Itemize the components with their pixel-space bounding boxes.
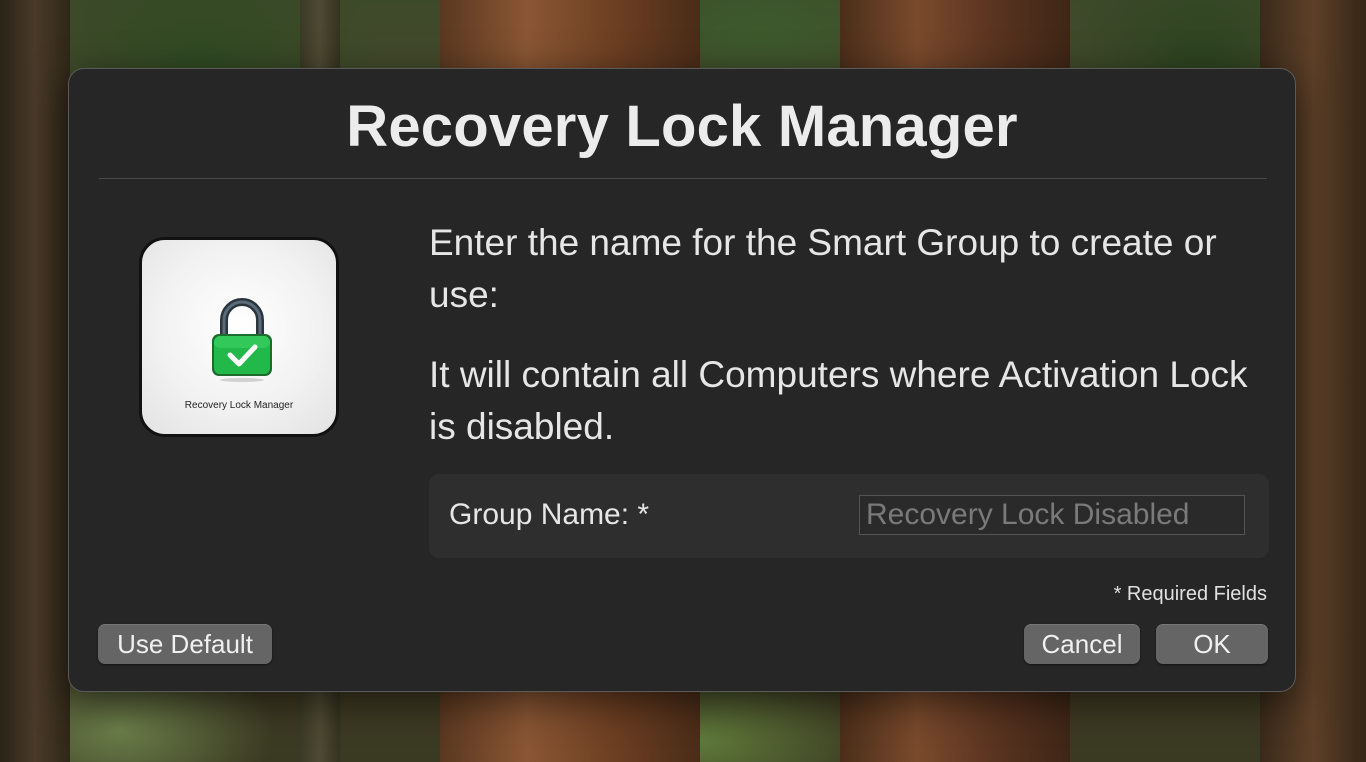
cancel-button[interactable]: Cancel (1024, 624, 1140, 664)
required-fields-note: * Required Fields (1113, 583, 1267, 605)
group-name-panel: Group Name: * (429, 474, 1269, 558)
title-divider (99, 178, 1267, 179)
wallpaper-tree-trunk (0, 0, 70, 762)
message-line-1: Enter the name for the Smart Group to cr… (429, 222, 1217, 315)
dialog-title: Recovery Lock Manager (346, 94, 1018, 159)
group-name-label: Group Name: * (449, 498, 650, 531)
use-default-button[interactable]: Use Default (98, 624, 272, 664)
app-icon-caption: Recovery Lock Manager (184, 400, 294, 411)
group-name-input[interactable] (859, 495, 1245, 535)
app-icon: Recovery Lock Manager (139, 237, 339, 437)
padlock-check-icon (212, 298, 272, 382)
recovery-lock-dialog: Recovery Lock Manager Recovery Lock Mana… (68, 68, 1296, 692)
message-line-2: It will contain all Computers where Acti… (429, 354, 1248, 447)
dialog-message: Enter the name for the Smart Group to cr… (429, 217, 1249, 481)
ok-button[interactable]: OK (1156, 624, 1268, 664)
